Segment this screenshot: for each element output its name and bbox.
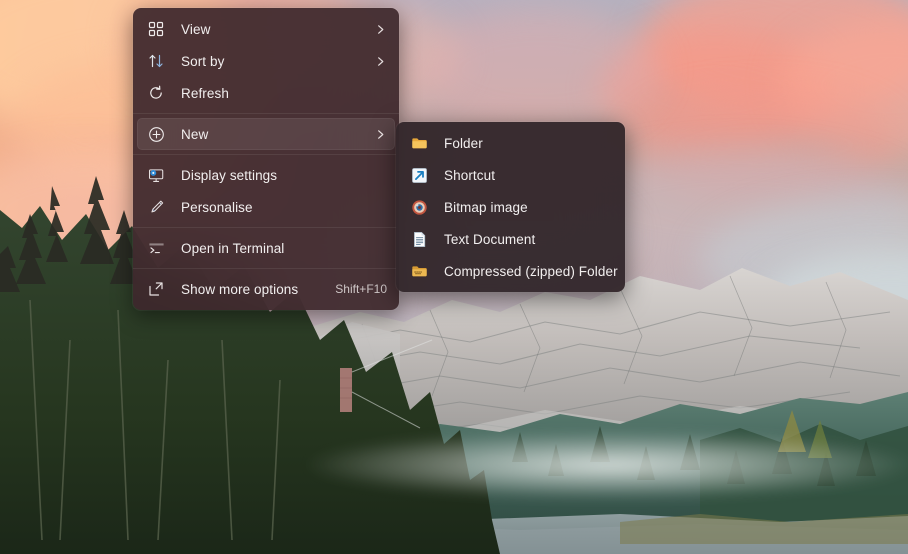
submenu-item-bitmap-image[interactable]: Bitmap image (400, 191, 621, 223)
submenu-item-label: Folder (444, 135, 483, 151)
bitmap-image-icon (410, 198, 428, 216)
menu-item-label: Display settings (181, 167, 278, 183)
submenu-item-label: Text Document (444, 231, 536, 247)
chevron-right-icon (373, 54, 387, 68)
folder-icon (410, 134, 428, 152)
text-document-icon (410, 230, 428, 248)
menu-item-label: Open in Terminal (181, 240, 285, 256)
desktop[interactable]: View Sort by Refresh New Display setting… (0, 0, 908, 554)
monitor-icon (147, 166, 165, 184)
menu-item-refresh[interactable]: Refresh (137, 77, 395, 109)
menu-item-label: Personalise (181, 199, 253, 215)
chevron-right-icon (373, 22, 387, 36)
menu-item-open-in-terminal[interactable]: Open in Terminal (137, 232, 395, 264)
menu-separator (133, 154, 399, 155)
keyboard-shortcut: Shift+F10 (335, 282, 387, 296)
submenu-item-shortcut[interactable]: Shortcut (400, 159, 621, 191)
menu-separator (133, 227, 399, 228)
menu-item-label: New (181, 126, 209, 142)
zipped-folder-icon (410, 262, 428, 280)
menu-item-display-settings[interactable]: Display settings (137, 159, 395, 191)
menu-item-label: Refresh (181, 85, 229, 101)
terminal-icon (147, 239, 165, 257)
shortcut-icon (410, 166, 428, 184)
submenu-item-folder[interactable]: Folder (400, 127, 621, 159)
submenu-item-label: Compressed (zipped) Folder (444, 263, 618, 279)
menu-separator (133, 268, 399, 269)
submenu-item-text-document[interactable]: Text Document (400, 223, 621, 255)
menu-item-label: Sort by (181, 53, 225, 69)
sort-icon (147, 52, 165, 70)
no-chevron (373, 200, 387, 214)
menu-item-view[interactable]: View (137, 13, 395, 45)
no-chevron (373, 241, 387, 255)
new-submenu[interactable]: Folder Shortcut Bitmap image Text Docume… (396, 122, 625, 292)
submenu-item-label: Bitmap image (444, 199, 528, 215)
menu-item-label: Show more options (181, 281, 299, 297)
desktop-context-menu[interactable]: View Sort by Refresh New Display setting… (133, 8, 399, 310)
menu-item-new[interactable]: New (137, 118, 395, 150)
menu-item-show-more-options[interactable]: Show more options Shift+F10 (137, 273, 395, 305)
refresh-icon (147, 84, 165, 102)
menu-separator (133, 113, 399, 114)
no-chevron (373, 168, 387, 182)
plus-circle-icon (147, 125, 165, 143)
submenu-item-label: Shortcut (444, 167, 496, 183)
menu-item-label: View (181, 21, 211, 37)
no-chevron (373, 86, 387, 100)
brush-icon (147, 198, 165, 216)
grid-icon (147, 20, 165, 38)
chevron-right-icon (373, 127, 387, 141)
wallpaper-haze (300, 430, 908, 500)
expand-icon (147, 280, 165, 298)
menu-item-personalise[interactable]: Personalise (137, 191, 395, 223)
submenu-item-compressed-folder[interactable]: Compressed (zipped) Folder (400, 255, 621, 287)
menu-item-sort-by[interactable]: Sort by (137, 45, 395, 77)
